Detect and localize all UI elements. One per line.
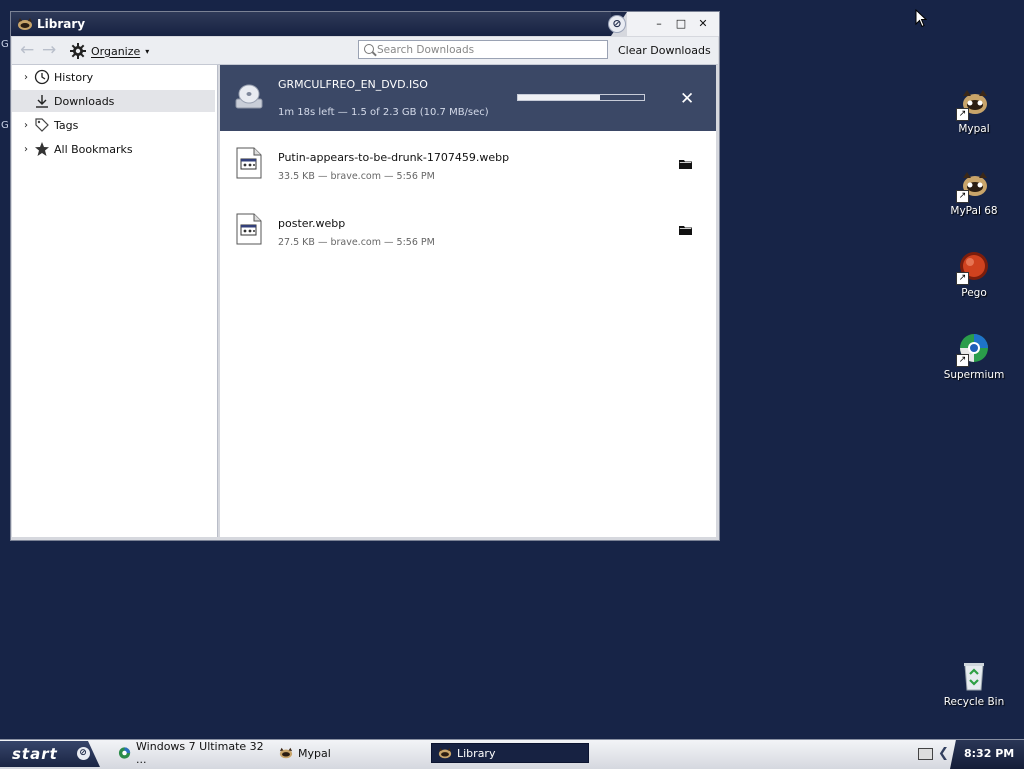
organize-button[interactable]: Organize ▾ bbox=[70, 43, 149, 59]
recycle-bin-icon bbox=[957, 659, 991, 693]
expand-arrow-icon[interactable]: › bbox=[19, 72, 33, 83]
search-icon bbox=[364, 44, 374, 54]
window-title: Library bbox=[37, 17, 86, 31]
download-item[interactable]: Putin-appears-to-be-drunk-1707459.webp 3… bbox=[220, 135, 716, 195]
download-icon bbox=[33, 93, 51, 109]
search-box[interactable] bbox=[358, 40, 608, 59]
mypal-icon bbox=[17, 17, 33, 31]
start-button[interactable]: start ⊘ bbox=[0, 741, 100, 767]
desktop-icon-pego[interactable]: ↗ Pego bbox=[934, 250, 1014, 299]
cancel-download-button[interactable]: ✕ bbox=[680, 89, 694, 109]
desktop-icon-mypal-68[interactable]: ↗ MyPal 68 bbox=[934, 168, 1014, 217]
taskbar-item-library[interactable]: Library bbox=[431, 743, 589, 763]
mypal-icon: ↗ bbox=[956, 168, 991, 203]
globe-icon bbox=[118, 747, 131, 759]
download-progress-bar bbox=[517, 94, 645, 101]
expand-arrow-icon[interactable]: › bbox=[19, 144, 33, 155]
download-progress-fill bbox=[518, 95, 600, 100]
search-input[interactable] bbox=[377, 43, 602, 56]
star-icon bbox=[33, 141, 51, 157]
taskbar-item-windows-7[interactable]: Windows 7 Ultimate 32 ... bbox=[118, 740, 268, 766]
desktop-icon-label: Supermium bbox=[943, 369, 1005, 381]
compass-icon[interactable]: ⊘ bbox=[608, 15, 626, 33]
clear-downloads-button[interactable]: Clear Downloads bbox=[618, 44, 711, 57]
download-filename: poster.webp bbox=[278, 217, 346, 230]
download-meta: 27.5 KB — brave.com — 5:56 PM bbox=[278, 237, 435, 248]
gear-icon bbox=[70, 43, 86, 59]
taskbar: start ⊘ Windows 7 Ultimate 32 ... Mypal … bbox=[0, 739, 1024, 769]
taskbar-item-label: Library bbox=[457, 746, 496, 760]
download-item[interactable]: poster.webp 27.5 KB — brave.com — 5:56 P… bbox=[220, 201, 716, 261]
download-meta: 33.5 KB — brave.com — 5:56 PM bbox=[278, 171, 435, 182]
folder-icon[interactable] bbox=[679, 159, 692, 169]
desktop-icon-label: MyPal 68 bbox=[950, 205, 998, 217]
desktop-icon-label: Mypal bbox=[958, 123, 990, 135]
partial-desktop-icon-label: G bbox=[1, 39, 9, 50]
sidebar-item-label: Downloads bbox=[54, 94, 115, 108]
library-toolbar: ← → Organize ▾ Clear Downloads bbox=[12, 37, 718, 65]
expand-arrow-icon[interactable]: › bbox=[19, 120, 33, 131]
downloads-list: GRMCULFREO_EN_DVD.ISO 1m 18s left — 1.5 … bbox=[220, 65, 716, 537]
mypal-icon: ↗ bbox=[956, 86, 991, 121]
taskbar-item-mypal[interactable]: Mypal bbox=[279, 743, 369, 763]
desktop-icon-label: Pego bbox=[961, 287, 987, 299]
desktop-icon-supermium[interactable]: ↗ Supermium bbox=[934, 332, 1014, 381]
clock[interactable]: 8:32 PM bbox=[964, 747, 1014, 760]
mypal-icon bbox=[438, 747, 452, 759]
clock-icon bbox=[33, 69, 51, 85]
maximize-button[interactable]: □ bbox=[673, 16, 689, 32]
back-button[interactable]: ← bbox=[20, 40, 34, 60]
sidebar-item-label: Tags bbox=[54, 118, 79, 132]
image-file-icon bbox=[236, 213, 262, 245]
download-status: 1m 18s left — 1.5 of 2.3 GB (10.7 MB/sec… bbox=[278, 107, 489, 118]
partial-desktop-icon-label: G bbox=[1, 120, 9, 131]
mypal-icon bbox=[279, 747, 293, 759]
sidebar-item-all-bookmarks[interactable]: › All Bookmarks bbox=[12, 138, 215, 160]
download-item-active[interactable]: GRMCULFREO_EN_DVD.ISO 1m 18s left — 1.5 … bbox=[220, 65, 716, 131]
pego-icon: ↗ bbox=[956, 250, 991, 285]
minimize-button[interactable]: – bbox=[651, 16, 667, 32]
desktop-icon-label: Recycle Bin bbox=[943, 696, 1005, 708]
sidebar-item-downloads[interactable]: Downloads bbox=[12, 90, 215, 112]
download-filename: Putin-appears-to-be-drunk-1707459.webp bbox=[278, 151, 510, 164]
titlebar[interactable]: Library ⊘ – □ ✕ bbox=[11, 12, 719, 36]
tag-icon bbox=[33, 117, 51, 133]
library-sidebar: › History Downloads › Tags › All Bookmar… bbox=[12, 65, 218, 537]
close-button[interactable]: ✕ bbox=[695, 16, 711, 32]
sidebar-item-tags[interactable]: › Tags bbox=[12, 114, 215, 136]
download-filename: GRMCULFREO_EN_DVD.ISO bbox=[278, 78, 428, 91]
library-window: Library ⊘ – □ ✕ ← → Organize ▾ Search Do… bbox=[10, 11, 720, 541]
compass-icon: ⊘ bbox=[77, 747, 90, 760]
forward-button[interactable]: → bbox=[42, 40, 56, 60]
disc-drive-icon bbox=[235, 84, 263, 109]
organize-label: Organize bbox=[91, 44, 141, 58]
folder-icon[interactable] bbox=[679, 225, 692, 235]
desktop-icon-mypal[interactable]: ↗ Mypal bbox=[934, 86, 1014, 135]
sidebar-item-label: History bbox=[54, 70, 94, 84]
start-label: start bbox=[12, 745, 58, 763]
sidebar-item-history[interactable]: › History bbox=[12, 66, 215, 88]
taskbar-item-label: Mypal bbox=[298, 746, 331, 760]
tray-expand-icon[interactable]: ❮ bbox=[938, 746, 949, 761]
desktop-icon-recycle-bin[interactable]: Recycle Bin bbox=[934, 659, 1014, 708]
image-file-icon bbox=[236, 147, 262, 179]
supermium-icon: ↗ bbox=[956, 332, 991, 367]
taskbar-item-label: Windows 7 Ultimate 32 ... bbox=[136, 740, 264, 766]
chevron-down-icon: ▾ bbox=[145, 46, 150, 56]
keyboard-icon[interactable] bbox=[918, 748, 933, 760]
mouse-cursor-icon bbox=[915, 9, 927, 28]
sidebar-item-label: All Bookmarks bbox=[54, 142, 133, 156]
